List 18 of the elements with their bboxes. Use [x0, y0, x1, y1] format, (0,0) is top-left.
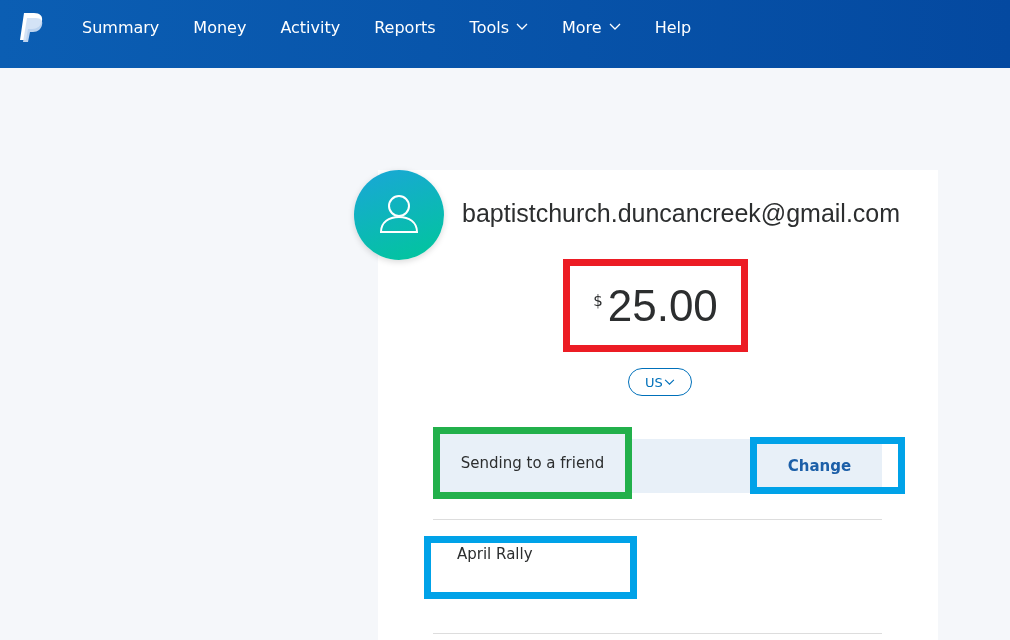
logo-icon[interactable] — [18, 12, 44, 42]
change-button[interactable]: Change — [757, 444, 882, 487]
nav-link[interactable]: Help — [654, 17, 692, 37]
currency-symbol: $ — [593, 292, 603, 310]
nav-link[interactable]: Activity — [280, 17, 341, 37]
nav-link[interactable]: Tools — [469, 17, 528, 37]
chevron-down-icon — [608, 23, 621, 31]
chevron-down-icon — [663, 378, 675, 386]
nav-link[interactable]: Summary — [82, 17, 160, 37]
purpose-label: Sending to a friend — [460, 454, 605, 472]
nav-link[interactable]: More — [562, 17, 621, 37]
amount-value: 25.00 — [607, 280, 718, 331]
nav-link[interactable]: Money — [193, 17, 247, 37]
recipient-email: baptistchurch.duncancreek@gmail.com — [462, 198, 901, 228]
currency-dropdown[interactable]: US — [628, 368, 692, 396]
note-text[interactable]: April Rally — [457, 545, 533, 563]
chevron-down-icon — [516, 23, 528, 31]
nav-link[interactable]: Reports — [374, 17, 436, 37]
